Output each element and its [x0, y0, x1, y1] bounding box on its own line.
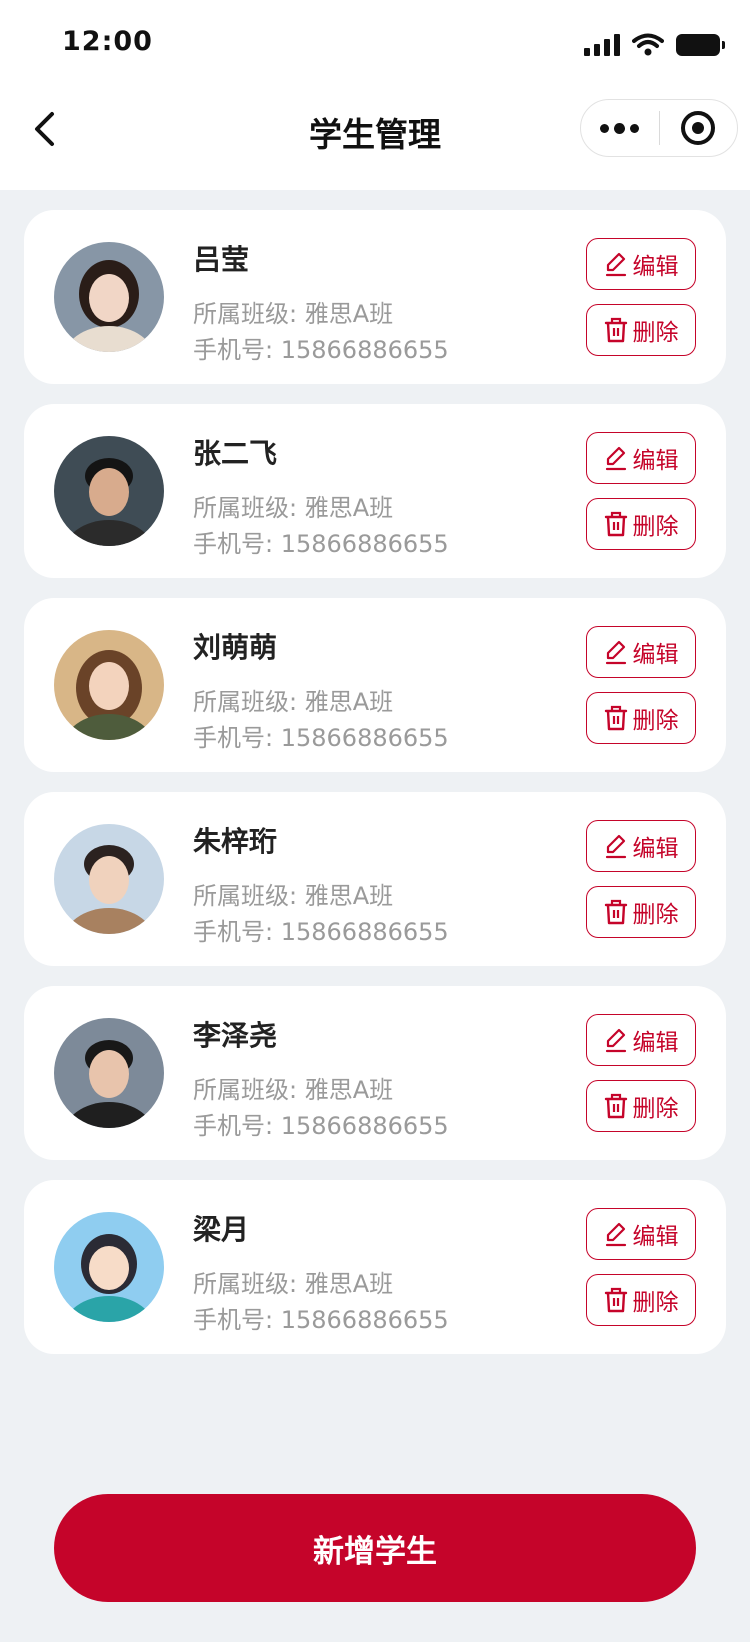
edit-button[interactable]: 编辑 [586, 626, 696, 678]
student-class: 所属班级: 雅思A班 [193, 882, 394, 910]
student-card: 梁月 所属班级: 雅思A班 手机号: 15866886655 编辑 删除 [24, 1180, 726, 1354]
student-class: 所属班级: 雅思A班 [193, 688, 394, 716]
wifi-icon [632, 33, 664, 56]
avatar [54, 242, 164, 352]
student-name: 李泽尧 [193, 1019, 278, 1052]
avatar [54, 1018, 164, 1128]
status-icons [584, 30, 725, 60]
avatar [54, 824, 164, 934]
student-class: 所属班级: 雅思A班 [193, 300, 394, 328]
student-phone: 手机号: 15866886655 [193, 1306, 449, 1334]
student-card: 吕莹 所属班级: 雅思A班 手机号: 15866886655 编辑 删除 [24, 210, 726, 384]
header: 12:00 学生管理 [0, 0, 750, 190]
add-student-button[interactable]: 新增学生 [54, 1494, 696, 1602]
edit-button[interactable]: 编辑 [586, 1208, 696, 1260]
edit-button[interactable]: 编辑 [586, 238, 696, 290]
trash-icon [604, 1287, 627, 1313]
student-card: 朱梓珩 所属班级: 雅思A班 手机号: 15866886655 编辑 删除 [24, 792, 726, 966]
student-name: 刘萌萌 [193, 631, 278, 664]
edit-button[interactable]: 编辑 [586, 1014, 696, 1066]
avatar [54, 1212, 164, 1322]
student-phone: 手机号: 15866886655 [193, 918, 449, 946]
mini-program-capsule [580, 99, 738, 157]
student-name: 张二飞 [193, 437, 278, 470]
student-phone: 手机号: 15866886655 [193, 1112, 449, 1140]
edit-button[interactable]: 编辑 [586, 432, 696, 484]
pencil-icon [605, 252, 626, 277]
delete-button[interactable]: 删除 [586, 1080, 696, 1132]
delete-button[interactable]: 删除 [586, 1274, 696, 1326]
student-card: 张二飞 所属班级: 雅思A班 手机号: 15866886655 编辑 删除 [24, 404, 726, 578]
student-name: 梁月 [193, 1213, 250, 1246]
student-class: 所属班级: 雅思A班 [193, 1076, 394, 1104]
student-phone: 手机号: 15866886655 [193, 336, 449, 364]
avatar [54, 630, 164, 740]
trash-icon [604, 317, 627, 343]
pencil-icon [605, 446, 626, 471]
pencil-icon [605, 1028, 626, 1053]
trash-icon [604, 1093, 627, 1119]
student-name: 朱梓珩 [193, 825, 278, 858]
trash-icon [604, 899, 627, 925]
edit-button[interactable]: 编辑 [586, 820, 696, 872]
status-bar: 12:00 [0, 0, 750, 90]
more-dots-icon[interactable] [581, 100, 659, 156]
avatar [54, 436, 164, 546]
student-class: 所属班级: 雅思A班 [193, 1270, 394, 1298]
student-list: 吕莹 所属班级: 雅思A班 手机号: 15866886655 编辑 删除 张二飞… [24, 210, 726, 1374]
delete-button[interactable]: 删除 [586, 692, 696, 744]
delete-button[interactable]: 删除 [586, 886, 696, 938]
student-phone: 手机号: 15866886655 [193, 724, 449, 752]
student-card: 刘萌萌 所属班级: 雅思A班 手机号: 15866886655 编辑 删除 [24, 598, 726, 772]
battery-icon [676, 34, 725, 56]
student-phone: 手机号: 15866886655 [193, 530, 449, 558]
pencil-icon [605, 1222, 626, 1247]
delete-button[interactable]: 删除 [586, 498, 696, 550]
trash-icon [604, 511, 627, 537]
status-time: 12:00 [62, 26, 153, 57]
record-circle-icon[interactable] [660, 100, 738, 156]
pencil-icon [605, 834, 626, 859]
student-card: 李泽尧 所属班级: 雅思A班 手机号: 15866886655 编辑 删除 [24, 986, 726, 1160]
student-name: 吕莹 [193, 243, 250, 276]
student-class: 所属班级: 雅思A班 [193, 494, 394, 522]
signal-icon [584, 34, 620, 56]
delete-button[interactable]: 删除 [586, 304, 696, 356]
nav-bar: 学生管理 [0, 90, 750, 190]
trash-icon [604, 705, 627, 731]
pencil-icon [605, 640, 626, 665]
